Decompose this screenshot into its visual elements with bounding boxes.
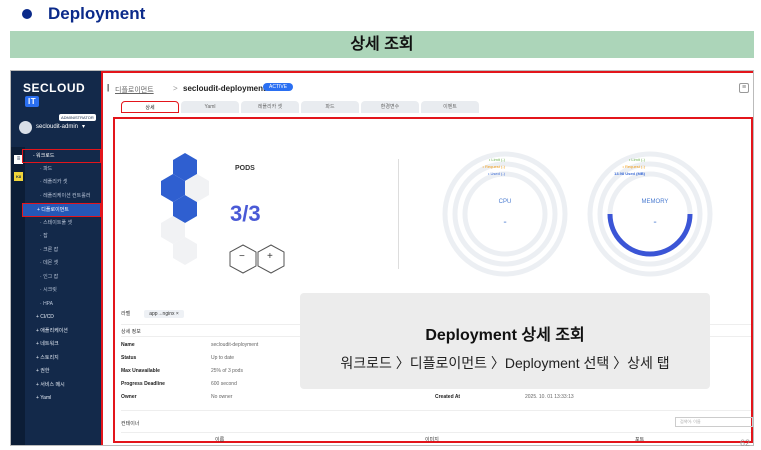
scale-up-icon[interactable]: + [267, 251, 273, 262]
info-row-status: Status Up to date [121, 355, 235, 361]
cpu-legend: • Limit (-) • Request (-) • Used (-) [482, 157, 505, 176]
detail-content: PODS 3/3 − + • Limit (-) • Request (-) •… [113, 117, 753, 443]
sidebar-item-replication-controller[interactable]: · 레플리케이션 컨트롤러 [28, 190, 101, 204]
chevron-down-icon: ▾ [82, 124, 86, 130]
screenshot-frame: SECLOUDIT ADMINISTRATOR secloudit-admin ▾… [10, 70, 754, 446]
col-image: 이미지 [425, 437, 439, 443]
hamburger-icon[interactable]: ≡ [739, 83, 749, 93]
section-title: Deployment [48, 4, 146, 23]
memory-value: - [653, 217, 657, 228]
icon-rail: ≡ K8 [11, 147, 25, 445]
admin-badge: ADMINISTRATOR [59, 114, 96, 121]
info-title: 상세 정보 [121, 329, 141, 335]
sidebar-group-service-mesh[interactable]: + 서비스 메시 [28, 379, 101, 393]
tab-yaml[interactable]: Yaml [181, 101, 239, 113]
scale-down-icon[interactable]: − [239, 251, 245, 262]
info-row-progress-deadline: Progress Deadline 600 second [121, 381, 237, 387]
row-divider [121, 410, 751, 411]
sidebar-group-cicd[interactable]: + CI/CD [28, 311, 101, 325]
tab-bar: 상세 Yaml 레플리카 셋 파드 환경변수 이벤트 [121, 101, 479, 113]
tab-detail[interactable]: 상세 [121, 101, 179, 113]
col-port: 포트 [635, 437, 645, 443]
sidebar: SECLOUDIT ADMINISTRATOR secloudit-admin ▾… [11, 71, 101, 445]
status-badge: ACTIVE [263, 83, 294, 91]
cpu-value: - [503, 217, 507, 228]
container-search-input[interactable]: 검색어: 이름 [675, 417, 753, 427]
col-name: 이름 [215, 437, 225, 443]
sidebar-item-hpa[interactable]: · HPA [28, 298, 101, 312]
caption-path: 워크로드 〉디플로이먼트 〉Deployment 선택 〉상세 탭 [340, 355, 670, 371]
app-logo[interactable]: SECLOUDIT [23, 81, 101, 109]
tab-replicaset[interactable]: 레플리카 셋 [241, 101, 299, 113]
avatar [19, 121, 32, 134]
label-chip[interactable]: app→nginx × [144, 310, 184, 318]
info-row-owner: Owner No owner [121, 394, 233, 400]
memory-label: MEMORY [641, 199, 669, 205]
pods-count: 3/3 [230, 201, 261, 226]
sidebar-group-yaml[interactable]: + Yaml [28, 392, 101, 406]
breadcrumb-separator: > [173, 84, 178, 93]
caption-overlay: Deployment 상세 조회 워크로드 〉디플로이먼트 〉Deploymen… [300, 293, 710, 389]
sidebar-item-secret[interactable]: · 시크릿 [28, 284, 101, 298]
user-menu[interactable]: secloudit-admin ▾ [36, 123, 85, 130]
sidebar-item-job[interactable]: · 잡 [28, 230, 101, 244]
tab-env[interactable]: 환경변수 [361, 101, 419, 113]
sidebar-item-workload[interactable]: - 워크로드 [22, 149, 101, 163]
tab-events[interactable]: 이벤트 [421, 101, 479, 113]
containers-title: 컨테이너 [121, 421, 140, 427]
sidebar-item-ingress[interactable]: · 인그 잡 [28, 271, 101, 285]
banner-title: 상세 조회 [10, 31, 754, 58]
page-number: 62 [740, 438, 751, 448]
cpu-label: CPU [498, 199, 512, 205]
tab-pods[interactable]: 파드 [301, 101, 359, 113]
sidebar-group-storage[interactable]: + 스토리지 [28, 352, 101, 366]
sidebar-item-deployment[interactable]: + 디플로이먼트 [22, 203, 101, 217]
sidebar-group-application[interactable]: + 애플리케이션 [28, 325, 101, 339]
bullet-icon [22, 9, 32, 19]
section-heading: Deployment [22, 4, 145, 24]
sidebar-group-network[interactable]: + 네트워크 [28, 338, 101, 352]
row-divider [121, 432, 751, 433]
memory-legend: • Limit (-) • Request (-) 13.98 Used (MB… [614, 157, 645, 176]
pods-title: PODS [235, 165, 255, 172]
breadcrumb-deployments-link[interactable]: 디플로이먼트 [115, 85, 154, 95]
page-title: secloudit-deployment [183, 84, 266, 93]
pods-hexagons [161, 153, 209, 265]
sidebar-item-statefulset[interactable]: · 스테이트풀 셋 [28, 217, 101, 231]
breadcrumb: | 디플로이먼트 > secloudit-deployment ACTIVE ≡ [103, 81, 753, 97]
sidebar-item-replicaset[interactable]: · 레플리카 셋 [28, 176, 101, 190]
info-row-name: Name secloudit-deployment [121, 342, 259, 348]
caption-title: Deployment 상세 조회 [425, 327, 585, 344]
sidebar-item-pod[interactable]: · 파드 [28, 163, 101, 177]
divider [398, 159, 399, 269]
k8s-badge[interactable]: K8 [14, 172, 23, 181]
sidebar-group-permission[interactable]: + 권한 [28, 365, 101, 379]
labels-title: 라벨 [121, 311, 131, 317]
scale-controls [229, 244, 285, 274]
labels-row: 라벨 app→nginx × [121, 310, 184, 318]
cpu-gauge [442, 151, 568, 277]
sidebar-item-cronjob[interactable]: · 크론 잡 [28, 244, 101, 258]
sidebar-item-daemonset[interactable]: · 데몬 셋 [28, 257, 101, 271]
sidebar-nav: - 워크로드 · 파드 · 레플리카 셋 · 레플리케이션 컨트롤러 + 디플로… [22, 149, 101, 406]
main-panel: | 디플로이먼트 > secloudit-deployment ACTIVE ≡… [101, 71, 753, 445]
info-row-created-at: Created At 2025. 10. 01 13:33:13 [435, 394, 574, 400]
info-row-max-unavailable: Max Unavailable 25% of 3 pods [121, 368, 243, 374]
